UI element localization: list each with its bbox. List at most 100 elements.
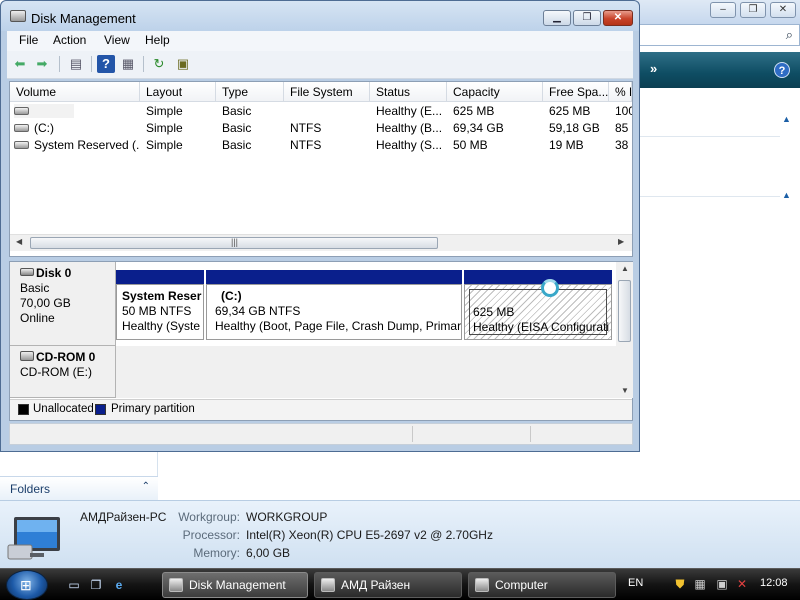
cdrom-0-label[interactable]: CD-ROM 0 CD-ROM (E:) [10,346,116,398]
disk-state: Online [20,311,55,325]
col-percent-free[interactable]: % F [609,82,632,102]
scroll-right-icon[interactable]: ▶ [618,237,624,246]
scroll-up-icon[interactable]: ▲ [621,264,629,273]
menu-action[interactable]: Action [53,33,86,47]
partition-eisa-config[interactable]: 625 MB Healthy (EISA Configurati [464,270,612,340]
maximize-icon[interactable]: ❐ [740,2,766,18]
col-status[interactable]: Status [370,82,447,102]
rescan-disks-icon[interactable]: ▣ [174,55,192,73]
disk-0-label[interactable]: Disk 0 Basic 70,00 GB Online [10,262,116,346]
col-volume[interactable]: Volume [10,82,140,102]
window-title: Disk Management [31,11,136,26]
computer-icon [475,578,489,592]
internet-explorer-icon[interactable]: e [111,577,127,593]
col-file-system[interactable]: File System [284,82,370,102]
folders-toggle[interactable]: Folders ⌃ [0,476,158,500]
close-button[interactable]: ✕ [603,10,633,26]
scroll-thumb[interactable] [618,280,631,342]
partition-status: Healthy (Syste [122,319,201,333]
partition-c-drive[interactable]: (C:) 69,34 GB NTFS Healthy (Boot, Page F… [206,270,462,340]
disk-management-app-icon [169,578,183,592]
taskbar-amd-raizen[interactable]: АМД Райзен [314,572,462,598]
horizontal-scrollbar[interactable]: ◀ ||| ▶ [10,234,632,251]
volume-cell: System Reserved (... [14,138,140,152]
processor-label: Processor: [182,528,240,542]
scroll-left-icon[interactable]: ◀ [16,237,22,246]
col-capacity[interactable]: Capacity [447,82,543,102]
col-type[interactable]: Type [216,82,284,102]
partition-system-reserved[interactable]: System Reser 50 MB NTFS Healthy (Syste [116,270,204,340]
explorer-titlebar: – ❐ ✕ [636,0,800,24]
table-row[interactable]: System Reserved (... Simple Basic NTFS H… [10,137,632,154]
start-button[interactable]: ⊞ [6,570,48,600]
menu-view[interactable]: View [104,33,130,47]
window-titlebar[interactable]: Disk Management ▁ ❐ ✕ [1,1,639,31]
drive-icon [14,123,29,132]
col-layout[interactable]: Layout [140,82,216,102]
volume-muted-icon[interactable]: ✕ [734,576,750,592]
switch-windows-icon[interactable]: ❐ [88,577,104,593]
busy-spinner-icon [541,279,559,297]
help-icon[interactable]: ? [774,62,790,78]
scroll-thumb[interactable]: ||| [30,237,438,249]
memory-label: Memory: [193,546,240,560]
restore-button[interactable]: ❐ [573,10,601,26]
toolbar-separator [91,56,92,72]
clock[interactable]: 12:08 [760,577,788,589]
table-row[interactable]: (C:) Simple Basic NTFS Healthy (B... 69,… [10,120,632,137]
legend: Unallocated Primary partition [10,399,632,420]
table-row[interactable]: Simple Basic Healthy (E... 625 MB 625 MB… [10,103,632,120]
explorer-command-bar: » ? [636,52,800,88]
unallocated-swatch [18,404,29,415]
partition-name: System Reser [122,289,202,303]
processor-row: Processor: Intel(R) Xeon(R) CPU E5-2697 v… [150,528,493,542]
forward-icon[interactable]: ➡ [33,55,51,73]
help-icon[interactable]: ? [97,55,115,73]
capacity-cell: 69,34 GB [453,121,504,135]
capacity-cell: 50 MB [453,138,488,152]
partition-header [116,270,204,284]
free-cell: 19 MB [549,138,584,152]
taskbar-computer[interactable]: Computer [468,572,616,598]
status-cell: Healthy (S... [376,138,443,152]
fs-cell: NTFS [290,138,322,152]
network-icon[interactable]: ▣ [714,576,730,592]
disk-type: Basic [20,281,50,295]
search-icon[interactable]: ⌕ [786,27,793,43]
search-input[interactable]: ⌕ [638,24,800,46]
more-commands-icon[interactable]: » [650,61,657,76]
cdrom-icon [20,350,34,361]
col-free-space[interactable]: Free Spa... [543,82,609,102]
action-center-icon[interactable]: ▦ [692,576,708,592]
disk-management-window: Disk Management ▁ ❐ ✕ File Action View H… [0,0,640,452]
minimize-icon[interactable]: – [710,2,736,18]
memory-row: Memory: 6,00 GB [150,546,290,560]
free-cell: 625 MB [549,104,591,118]
refresh-icon[interactable]: ↻ [150,55,168,73]
drive-icon [14,140,29,149]
partition-size: 69,34 GB NTFS [215,304,301,318]
partition-size: 625 MB [473,305,515,319]
scroll-down-icon[interactable]: ▼ [621,386,629,395]
close-icon[interactable]: ✕ [770,2,796,18]
processor-value: Intel(R) Xeon(R) CPU E5-2697 v2 @ 2.70GH… [246,528,493,542]
chevron-up-icon[interactable]: ▲ [782,190,791,200]
partition-status: Healthy (EISA Configurati [473,320,610,334]
workgroup-row: Workgroup: WORKGROUP [150,510,327,524]
menu-file[interactable]: File [19,33,38,47]
language-indicator[interactable]: EN [628,577,643,589]
partition-status: Healthy (Boot, Page File, Crash Dump, Pr… [215,319,462,333]
properties-icon[interactable]: ▦ [119,55,137,73]
vertical-scrollbar[interactable]: ▲ ▼ [616,262,633,398]
show-desktop-icon[interactable]: ▭ [66,577,82,593]
chevron-up-icon[interactable]: ▲ [782,114,791,124]
security-shield-icon[interactable]: ⛊ [672,576,688,592]
type-cell: Basic [222,104,252,118]
details-pane: АМДРайзен-PC Workgroup: WORKGROUP Process… [0,500,800,568]
show-hide-tree-icon[interactable]: ▤ [67,55,85,73]
disk-management-app-icon [10,10,26,22]
menu-help[interactable]: Help [145,33,170,47]
minimize-button[interactable]: ▁ [543,10,571,26]
back-icon[interactable]: ⬅ [11,55,29,73]
taskbar-disk-management[interactable]: Disk Management [162,572,308,598]
